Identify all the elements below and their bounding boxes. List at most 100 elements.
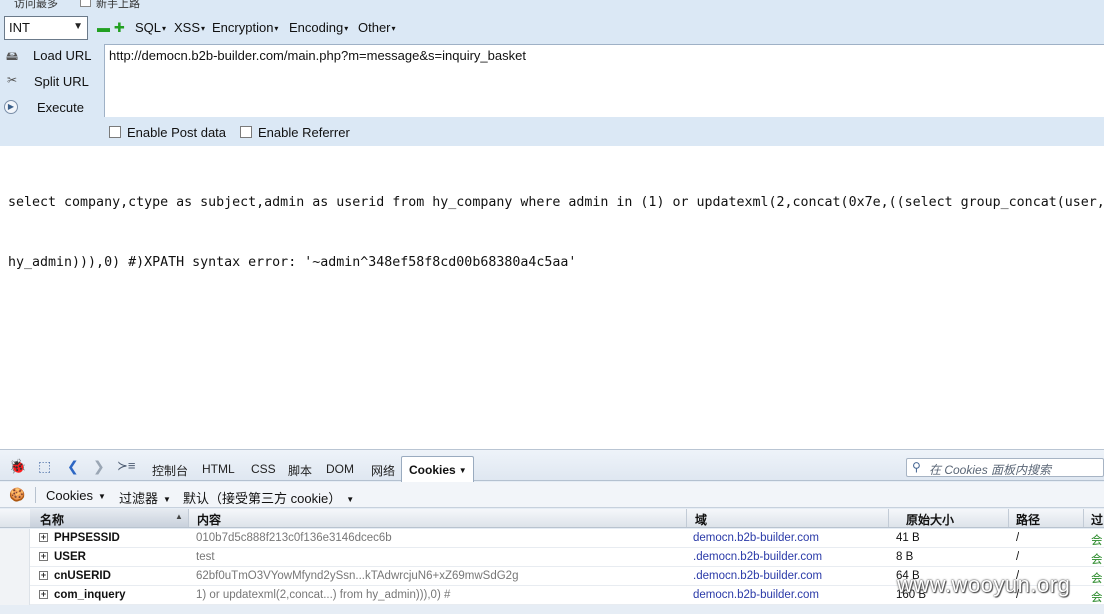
url-textarea[interactable]: http://democn.b2b-builder.com/main.php?m…: [104, 44, 1104, 117]
split-url-icon: ✂: [6, 73, 18, 87]
search-placeholder: 在 Cookies 面板内搜索: [929, 463, 1052, 477]
caret-down-icon: ▾: [201, 24, 206, 33]
cookie-size: 41 B: [896, 532, 920, 544]
cookie-value: 1) or updatexml(2,concat...) from hy_adm…: [196, 589, 451, 601]
expand-plus-icon[interactable]: +: [39, 571, 48, 580]
load-url-icon: 🖴: [5, 49, 19, 63]
cookie-domain: democn.b2b-builder.com: [693, 532, 819, 544]
filter-menu[interactable]: 过滤器 ▼: [119, 488, 171, 507]
menu-sql[interactable]: SQL▾: [135, 20, 166, 35]
caret-down-icon: ▼: [346, 495, 355, 504]
caret-down-icon: ▾: [344, 24, 349, 33]
hackbar-toolbar: INT ▼ ▬ ✚ SQL▾ XSS▾ Encryption▾ Encoding…: [0, 14, 1104, 42]
cookie-path: /: [1016, 551, 1020, 563]
column-divider[interactable]: [188, 509, 189, 527]
load-url-label: Load URL: [33, 48, 92, 63]
column-divider[interactable]: [1083, 509, 1084, 527]
cookie-name: com_inquery: [54, 589, 126, 601]
checkbox-box: [240, 126, 252, 138]
caret-down-icon: ▼: [163, 495, 171, 504]
tab-dom[interactable]: DOM: [326, 462, 354, 476]
tab-console[interactable]: 控制台: [152, 462, 188, 479]
cookie-path: /: [1016, 532, 1020, 544]
column-expires[interactable]: 过: [1091, 511, 1103, 528]
execute-button[interactable]: ▶ Execute: [0, 97, 100, 119]
back-arrow-icon[interactable]: ❮: [67, 458, 79, 474]
load-url-button[interactable]: 🖴 Load URL: [0, 45, 100, 67]
tab-css[interactable]: CSS: [251, 462, 276, 476]
cookie-value: 010b7d5c888f213c0f136e3146dcec6b: [196, 532, 392, 544]
command-line-icon[interactable]: ≻≡: [117, 458, 135, 474]
cookies-menu[interactable]: Cookies ▼: [46, 488, 106, 503]
bookmark-getting-started[interactable]: 新手上路: [96, 0, 140, 10]
menu-encoding[interactable]: Encoding▾: [289, 20, 348, 35]
column-divider[interactable]: [686, 509, 687, 527]
caret-down-icon: ▾: [162, 24, 167, 33]
type-select[interactable]: INT ▼: [4, 16, 88, 40]
cookie-expires: 会: [1091, 573, 1103, 585]
watermark: www.wooyun.org: [897, 572, 1071, 597]
firebug-tab-bar: 🐞 ⬚ ❮ ❯ ≻≡ 控制台 HTML CSS 脚本 DOM 网络 Cookie…: [0, 450, 1104, 482]
bookmark-icon: [80, 0, 91, 7]
row-gutter: [0, 548, 30, 567]
default-policy-menu[interactable]: 默认（接受第三方 cookie） ▼: [183, 488, 354, 507]
menu-other[interactable]: Other▾: [358, 20, 396, 35]
bookmark-most-visited[interactable]: 访问最多: [14, 0, 58, 10]
caret-down-icon: ▾: [391, 24, 396, 33]
table-row[interactable]: + USER test .democn.b2b-builder.com 8 B …: [0, 548, 1104, 567]
column-size[interactable]: 原始大小: [906, 511, 954, 528]
caret-down-icon: ▼: [97, 492, 106, 501]
expand-plus-icon[interactable]: +: [39, 552, 48, 561]
table-row[interactable]: + PHPSESSID 010b7d5c888f213c0f136e3146dc…: [0, 529, 1104, 548]
column-domain[interactable]: 域: [695, 511, 707, 528]
column-name[interactable]: 名称: [40, 511, 64, 528]
cookie-domain: democn.b2b-builder.com: [693, 589, 819, 601]
row-gutter: [0, 567, 30, 586]
tab-html[interactable]: HTML: [202, 462, 235, 476]
cookie-expires: 会: [1091, 554, 1103, 566]
cookie-name: PHPSESSID: [54, 532, 120, 544]
column-path[interactable]: 路径: [1016, 511, 1040, 528]
search-icon: ⚲: [912, 460, 921, 474]
execute-label: Execute: [37, 100, 84, 115]
row-gutter: [0, 586, 30, 605]
tab-net[interactable]: 网络: [371, 462, 395, 479]
tab-cookies[interactable]: Cookies ▼: [401, 456, 474, 482]
cookie-name: cnUSERID: [54, 570, 111, 582]
tab-script[interactable]: 脚本: [288, 462, 312, 479]
caret-down-icon: ▼: [458, 466, 467, 475]
menu-xss[interactable]: XSS▾: [174, 20, 205, 35]
cookies-search-input[interactable]: ⚲ 在 Cookies 面板内搜索: [906, 458, 1104, 477]
cookie-name: USER: [54, 551, 86, 563]
cookie-expires: 会: [1091, 592, 1103, 604]
menu-encryption[interactable]: Encryption▾: [212, 20, 278, 35]
caret-down-icon: ▾: [274, 24, 279, 33]
column-divider[interactable]: [888, 509, 889, 527]
cookie-icon[interactable]: 🍪: [9, 487, 25, 503]
toolbar-separator: [35, 487, 36, 503]
cookie-value: test: [196, 551, 215, 563]
enable-referrer-label: Enable Referrer: [258, 125, 350, 140]
inspect-icon[interactable]: ⬚: [38, 458, 51, 474]
page-output: select company,ctype as subject,admin as…: [8, 153, 1102, 293]
sort-ascending-icon: ▲: [175, 512, 183, 521]
cookies-table-header: 名称 ▲ 内容 域 原始大小 路径 过: [0, 509, 1104, 528]
execute-play-icon: ▶: [4, 100, 18, 114]
split-url-label: Split URL: [34, 74, 89, 89]
expand-plus-icon[interactable]: +: [39, 533, 48, 542]
enable-post-label: Enable Post data: [127, 125, 227, 140]
column-value[interactable]: 内容: [197, 511, 221, 528]
column-divider[interactable]: [1008, 509, 1009, 527]
firebug-bug-icon[interactable]: 🐞: [9, 458, 26, 474]
cookie-expires: 会: [1091, 535, 1103, 547]
plus-icon[interactable]: ✚: [114, 21, 125, 34]
split-url-button[interactable]: ✂ Split URL: [0, 71, 100, 93]
expand-plus-icon[interactable]: +: [39, 590, 48, 599]
cookie-value: 62bf0uTmO3VYowMfynd2ySsn...kTAdwrcjuN6+x…: [196, 570, 519, 582]
output-line-2: hy_admin))),0) #)XPATH syntax error: '~a…: [8, 255, 577, 270]
cookies-toolbar: 🍪 Cookies ▼ 过滤器 ▼ 默认（接受第三方 cookie） ▼: [0, 482, 1104, 508]
cookie-size: 8 B: [896, 551, 914, 563]
forward-arrow-icon[interactable]: ❯: [93, 458, 105, 474]
minus-icon[interactable]: ▬: [97, 21, 110, 34]
cookie-domain: .democn.b2b-builder.com: [693, 551, 823, 563]
